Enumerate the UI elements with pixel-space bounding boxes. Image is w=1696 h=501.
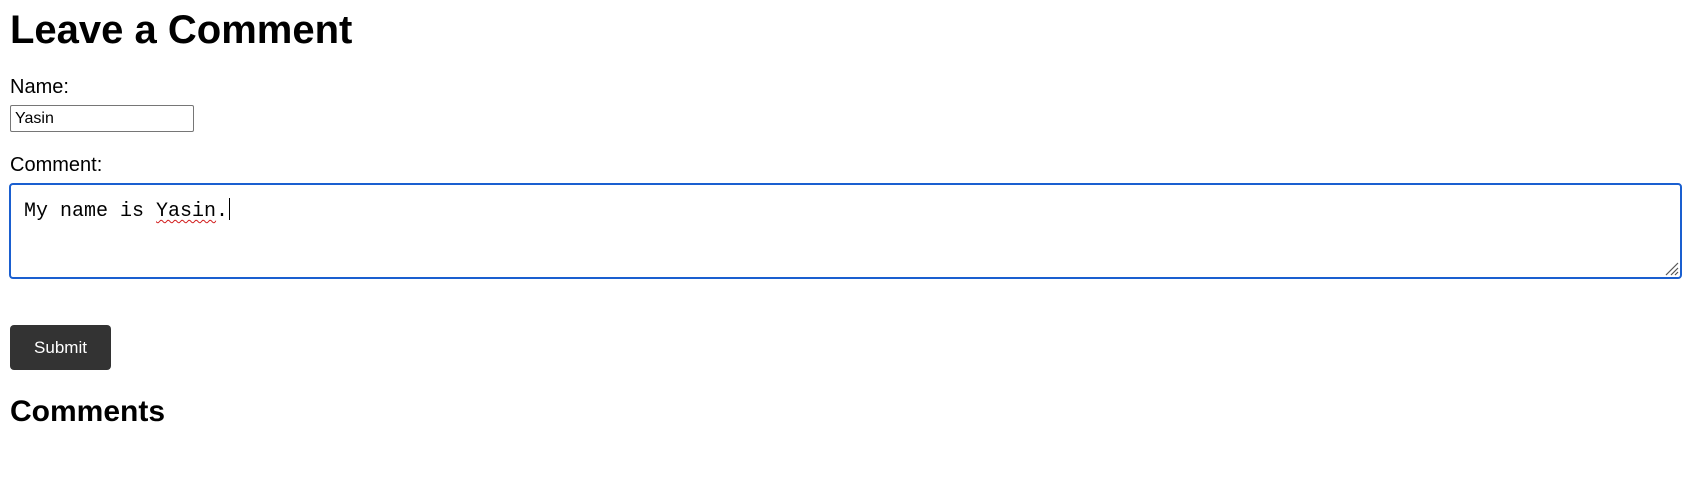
- resize-grip-icon[interactable]: [1663, 260, 1679, 276]
- page-title: Leave a Comment: [10, 8, 353, 52]
- comment-label: Comment:: [10, 154, 103, 176]
- comment-text: My name is Yasin.: [24, 198, 231, 224]
- submit-button[interactable]: Submit: [10, 325, 111, 370]
- comment-text-start: My name is: [24, 200, 157, 223]
- name-input[interactable]: [10, 105, 194, 132]
- text-caret: [229, 198, 231, 220]
- comment-text-end: .: [216, 200, 229, 223]
- comment-textarea[interactable]: My name is Yasin.: [9, 183, 1682, 279]
- name-label: Name:: [10, 76, 69, 98]
- comments-heading: Comments: [10, 395, 166, 428]
- misspelled-word: Yasin: [156, 200, 217, 223]
